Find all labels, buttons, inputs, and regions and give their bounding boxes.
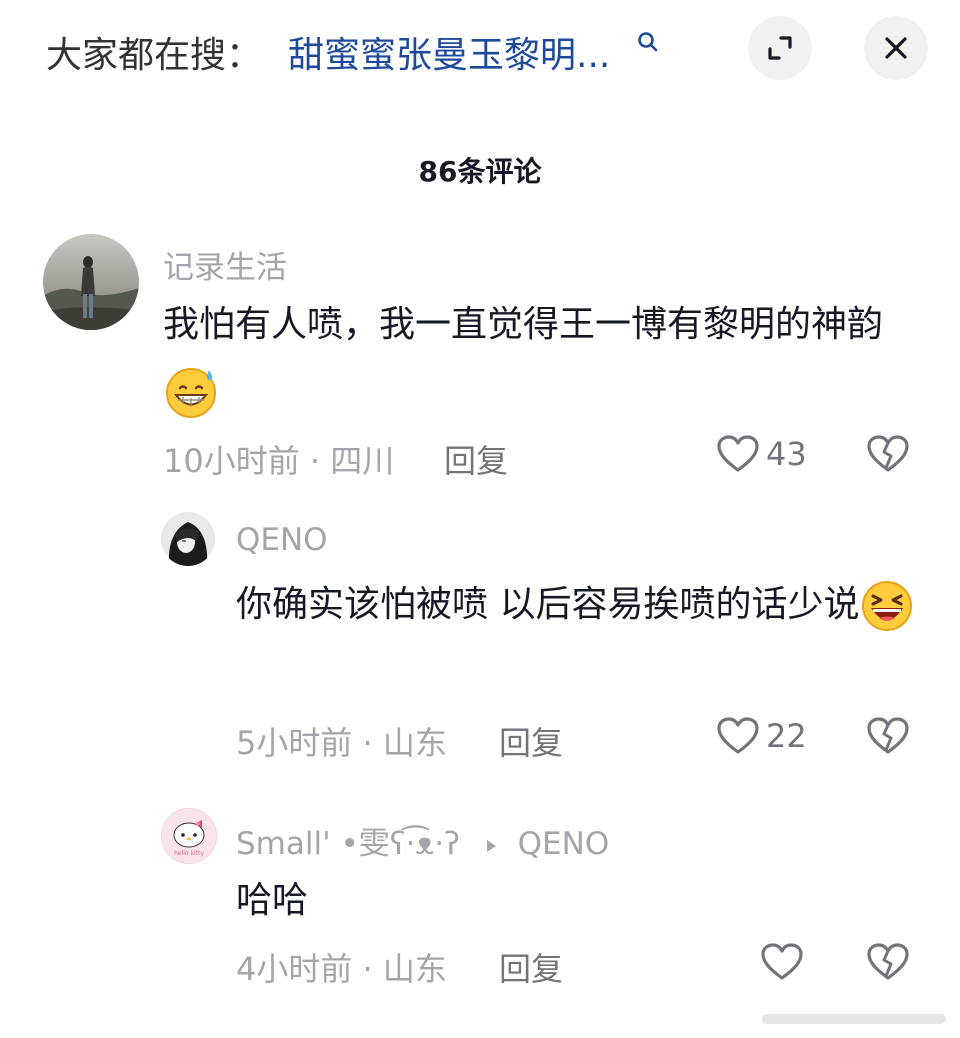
like-count: 22 [766, 717, 807, 755]
heart-icon [717, 435, 759, 472]
reply-item: QENO 你确实该怕被喷 以后容易挨喷的话少说 5小时前 · 山东 回复 22 [0, 512, 960, 772]
reply-button[interactable]: 回复 [444, 436, 508, 482]
reply-text: 哈哈 [236, 880, 309, 921]
avatar[interactable] [43, 234, 139, 330]
broken-heart-icon[interactable] [866, 716, 910, 756]
avatar[interactable]: hello kitty [161, 808, 217, 864]
search-icon[interactable] [636, 30, 660, 54]
broken-heart-icon[interactable] [866, 942, 910, 982]
heart-icon [761, 943, 803, 980]
comment-text: 我怕有人喷，我一直觉得王一博有黎明的神韵 [163, 292, 903, 424]
reply-meta: 5小时前 · 山东 [236, 718, 447, 764]
comment-text-body: 我怕有人喷，我一直觉得王一博有黎明的神韵 [163, 304, 884, 345]
laughing-emoji-icon [862, 581, 913, 631]
comment-meta: 10小时前 · 四川 [163, 436, 394, 482]
reply-item: hello kitty Small' •雯ʕ·͡ᴥ·ʔ QENO 哈哈 4小时前… [0, 808, 960, 998]
reply-location: 山东 [382, 950, 447, 988]
reply-meta: 4小时前 · 山东 [236, 944, 447, 990]
like-button[interactable]: 22 [716, 716, 807, 756]
avatar[interactable] [161, 512, 215, 566]
reply-text-body: 你确实该怕被喷 以后容易挨喷的话少说 [236, 584, 860, 625]
reply-target-username[interactable]: QENO [518, 826, 610, 862]
meta-separator: · [299, 442, 331, 480]
meta-separator: · [352, 950, 383, 988]
comment-location: 四川 [330, 442, 395, 480]
reply-username[interactable]: QENO [236, 522, 328, 558]
trending-search-label: 大家都在搜： [46, 35, 263, 76]
search-header: 大家都在搜： 甜蜜蜜张曼玉黎明... [0, 0, 960, 110]
reply-time: 5小时前 [236, 724, 353, 762]
heart-icon [717, 717, 759, 754]
broken-heart-icon[interactable] [866, 434, 910, 474]
grinning-sweat-emoji-icon [166, 368, 216, 418]
reply-username[interactable]: Small' •雯ʕ·͡ᴥ·ʔ [236, 826, 460, 862]
reply-arrow-icon [486, 839, 496, 852]
svg-text:hello kitty: hello kitty [174, 850, 204, 857]
like-count: 43 [766, 435, 807, 473]
close-icon [885, 37, 907, 59]
expand-icon [768, 36, 792, 60]
comment-time: 10小时前 [163, 442, 300, 480]
reply-text: 你确实该怕被喷 以后容易挨喷的话少说 [236, 572, 916, 638]
reply-button[interactable]: 回复 [499, 718, 563, 764]
close-button[interactable] [864, 16, 928, 80]
comment-item: 记录生活 我怕有人喷，我一直觉得王一博有黎明的神韵 10小时前 · 四川 回复 … [0, 234, 960, 494]
comment-username[interactable]: 记录生活 [163, 242, 287, 287]
expand-button[interactable] [748, 16, 812, 80]
reply-location: 山东 [382, 724, 447, 762]
meta-separator: · [352, 724, 383, 762]
like-button[interactable] [760, 942, 804, 982]
trending-search-link[interactable]: 甜蜜蜜张曼玉黎明... [288, 26, 610, 78]
watermark-graphic [762, 1014, 946, 1024]
comment-count-title: 86条评论 [418, 155, 542, 188]
reply-username-line: Small' •雯ʕ·͡ᴥ·ʔ QENO [236, 818, 609, 863]
like-button[interactable]: 43 [716, 434, 807, 474]
reply-time: 4小时前 [236, 950, 353, 988]
reply-button[interactable]: 回复 [499, 944, 563, 990]
